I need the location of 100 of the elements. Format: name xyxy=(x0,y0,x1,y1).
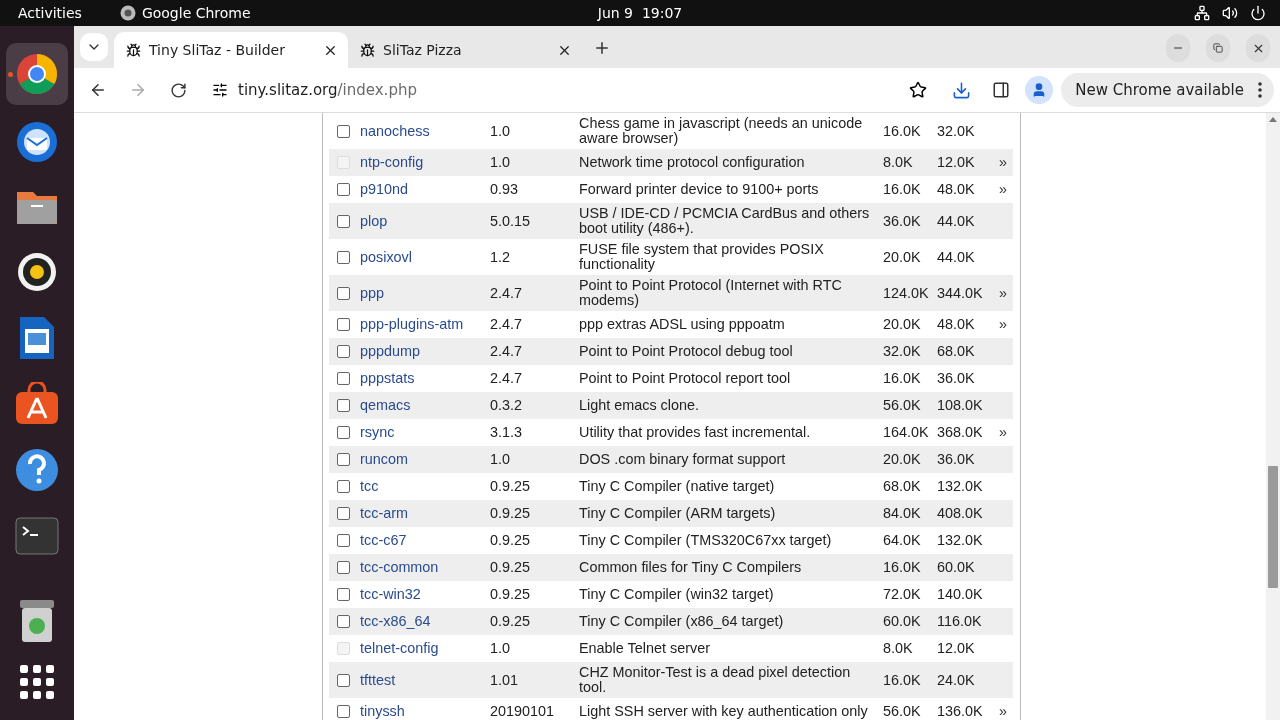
checkbox[interactable] xyxy=(337,345,350,358)
checkbox[interactable] xyxy=(337,372,350,385)
size-text: 68.0K xyxy=(883,478,921,494)
help-icon[interactable] xyxy=(15,448,59,492)
package-link[interactable]: ppp xyxy=(360,284,384,301)
installed-size-text: 24.0K xyxy=(937,671,975,688)
checkbox[interactable] xyxy=(337,399,350,412)
description-text: Tiny C Compiler (x86_64 target) xyxy=(579,613,784,629)
spider-icon xyxy=(126,42,141,58)
volume-icon xyxy=(1222,5,1238,21)
version-text: 1.01 xyxy=(490,671,518,688)
shopping-bag-icon[interactable] xyxy=(14,382,60,426)
checkbox[interactable] xyxy=(337,480,350,493)
package-link[interactable]: nanochess xyxy=(360,122,430,139)
package-link[interactable]: tcc xyxy=(360,478,379,494)
tab-list-button[interactable] xyxy=(80,33,108,61)
update-button[interactable]: New Chrome available xyxy=(1061,73,1274,107)
more-link[interactable]: » xyxy=(999,424,1007,440)
package-link[interactable]: p910nd xyxy=(360,181,409,197)
more-link[interactable]: » xyxy=(999,316,1007,332)
scroll-thumb[interactable] xyxy=(1268,466,1278,588)
network-icon xyxy=(1194,5,1210,21)
trash-icon[interactable] xyxy=(18,598,56,644)
size-text: 20.0K xyxy=(883,248,921,265)
version-text: 0.9.25 xyxy=(490,532,530,548)
reload-icon xyxy=(169,81,187,99)
description-text: ppp extras ADSL using pppoatm xyxy=(579,316,785,332)
installed-size-text: 136.0K xyxy=(937,703,983,719)
checkbox[interactable] xyxy=(337,214,350,228)
app-menu[interactable]: Google Chrome xyxy=(141,5,251,21)
restore-button[interactable] xyxy=(1206,34,1230,62)
browser-tab[interactable]: SliTaz Pizza xyxy=(348,32,582,68)
clock[interactable]: Jun 9 19:07 xyxy=(597,5,683,21)
tab-title: Tiny SliTaz - Builder xyxy=(149,42,286,58)
terminal-icon[interactable] xyxy=(15,517,59,555)
close-button[interactable] xyxy=(1246,34,1270,62)
checkbox[interactable] xyxy=(337,124,350,138)
package-link[interactable]: rsync xyxy=(360,424,395,440)
package-link[interactable]: plop xyxy=(360,212,388,229)
checkbox[interactable] xyxy=(337,561,350,574)
checkbox[interactable] xyxy=(337,507,350,520)
more-link[interactable]: » xyxy=(999,284,1007,301)
version-text: 20190101 xyxy=(490,703,555,719)
app-grid-icon[interactable] xyxy=(20,665,54,699)
package-link[interactable]: posixovl xyxy=(360,248,412,265)
more-link[interactable]: » xyxy=(999,181,1007,197)
checkbox[interactable] xyxy=(337,183,350,196)
size-text: 8.0K xyxy=(883,640,913,656)
package-link[interactable]: tcc-win32 xyxy=(360,586,421,602)
document-icon[interactable] xyxy=(18,315,56,361)
size-text: 20.0K xyxy=(883,316,921,332)
package-link[interactable]: qemacs xyxy=(360,397,411,413)
package-link[interactable]: pppstats xyxy=(360,370,415,386)
version-text: 0.9.25 xyxy=(490,505,530,521)
package-link[interactable]: tfttest xyxy=(360,671,396,688)
installed-size-text: 12.0K xyxy=(937,640,975,656)
version-text: 2.4.7 xyxy=(490,284,522,301)
checkbox[interactable] xyxy=(337,534,350,547)
more-link[interactable]: » xyxy=(999,703,1007,719)
chrome-icon[interactable] xyxy=(15,52,59,96)
checkbox[interactable] xyxy=(337,673,350,687)
plus-icon xyxy=(593,39,611,57)
checkbox[interactable] xyxy=(337,705,350,718)
checkbox[interactable] xyxy=(337,453,350,466)
size-text: 164.0K xyxy=(883,424,929,440)
checkbox[interactable] xyxy=(337,615,350,628)
activities-button[interactable]: Activities xyxy=(18,5,82,21)
profile-button[interactable] xyxy=(1025,76,1054,104)
browser-tab[interactable]: Tiny SliTaz - Builder xyxy=(114,32,348,68)
installed-size-text: 140.0K xyxy=(937,586,983,602)
description-text: Light SSH server with key authentication only xyxy=(579,703,868,719)
version-text: 2.4.7 xyxy=(490,370,522,386)
installed-size-text: 48.0K xyxy=(937,181,975,197)
package-link[interactable]: tcc-x86_64 xyxy=(360,613,431,629)
package-link[interactable]: tinyssh xyxy=(360,703,405,719)
package-link[interactable]: tcc-c67 xyxy=(360,532,407,548)
package-link[interactable]: tcc-arm xyxy=(360,505,408,521)
scroll-up-icon[interactable] xyxy=(1269,117,1277,122)
version-text: 0.93 xyxy=(490,181,518,197)
installed-size-text: 68.0K xyxy=(937,343,975,359)
version-text: 0.9.25 xyxy=(490,613,530,629)
package-link[interactable]: ppp-plugins-atm xyxy=(360,316,464,332)
checkbox[interactable] xyxy=(337,588,350,601)
package-link[interactable]: tcc-common xyxy=(360,559,439,575)
checkbox[interactable] xyxy=(337,426,350,439)
side-panel-icon xyxy=(992,81,1011,99)
package-link[interactable]: pppdump xyxy=(360,343,420,359)
size-text: 72.0K xyxy=(883,586,921,602)
package-link[interactable]: runcom xyxy=(360,451,408,467)
checkbox[interactable] xyxy=(337,250,350,264)
installed-size-text: 36.0K xyxy=(937,451,975,467)
minimize-button[interactable] xyxy=(1166,34,1190,62)
scrollbar[interactable] xyxy=(1266,113,1280,720)
size-text: 32.0K xyxy=(883,343,921,359)
description-text: Tiny C Compiler (TMS320C67xx target) xyxy=(579,532,832,548)
description-text: Point to Point Protocol (Internet with RTC modems) xyxy=(579,277,842,308)
checkbox[interactable] xyxy=(337,286,350,300)
checkbox[interactable] xyxy=(337,318,350,331)
description-text: Utility that provides fast incremental. xyxy=(579,424,811,440)
speaker-icon[interactable] xyxy=(17,252,57,292)
